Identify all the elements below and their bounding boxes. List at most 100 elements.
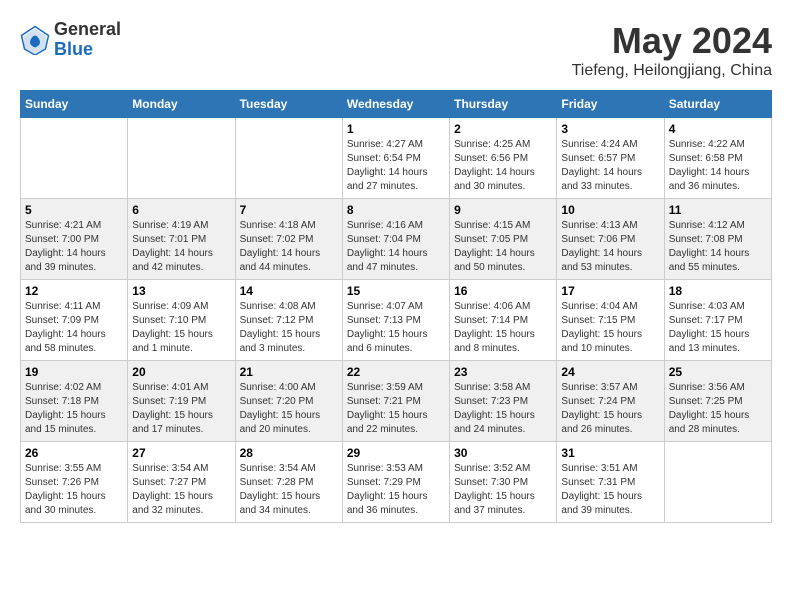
weekday-header: Monday xyxy=(128,91,235,118)
day-number: 13 xyxy=(132,284,230,298)
day-number: 23 xyxy=(454,365,552,379)
calendar-cell: 9Sunrise: 4:15 AM Sunset: 7:05 PM Daylig… xyxy=(450,199,557,280)
day-info: Sunrise: 4:18 AM Sunset: 7:02 PM Dayligh… xyxy=(240,219,338,275)
calendar-cell: 7 Sunrise: 4:18 AM Sunset: 7:02 PM Daylig… xyxy=(235,199,342,280)
calendar-cell: 18 Sunrise: 4:03 AM Sunset: 7:17 PM Dayli… xyxy=(664,280,771,361)
weekday-header: Sunday xyxy=(21,91,128,118)
day-info: Sunrise: 4:01 AM Sunset: 7:19 PM Dayligh… xyxy=(132,381,230,437)
day-info: Sunrise: 4:09 AM Sunset: 7:10 PM Dayligh… xyxy=(132,300,230,356)
day-number: 3 xyxy=(561,122,659,136)
sub-title: Tiefeng, Heilongjiang, China xyxy=(572,62,772,80)
day-number: 14 xyxy=(240,284,338,298)
calendar-cell: 14 Sunrise: 4:08 AM Sunset: 7:12 PM Dayli… xyxy=(235,280,342,361)
day-info: Sunrise: 3:54 AM Sunset: 7:27 PM Dayligh… xyxy=(132,462,230,518)
calendar-cell: 2 Sunrise: 4:25 AM Sunset: 6:56 PM Daylig… xyxy=(450,118,557,199)
weekday-header: Wednesday xyxy=(342,91,449,118)
day-info: Sunrise: 3:55 AM Sunset: 7:26 PM Dayligh… xyxy=(25,462,123,518)
calendar-week-row: 26 Sunrise: 3:55 AM Sunset: 7:26 PM Dayli… xyxy=(21,442,772,523)
day-info: Sunrise: 4:13 AM Sunset: 7:06 PM Dayligh… xyxy=(561,219,659,275)
day-number: 6 xyxy=(132,203,230,217)
day-info: Sunrise: 4:24 AM Sunset: 6:57 PM Dayligh… xyxy=(561,138,659,194)
day-number: 15 xyxy=(347,284,445,298)
day-number: 30 xyxy=(454,446,552,460)
calendar-week-row: 12Sunrise: 4:11 AM Sunset: 7:09 PM Dayli… xyxy=(21,280,772,361)
day-info: Sunrise: 4:00 AM Sunset: 7:20 PM Dayligh… xyxy=(240,381,338,437)
day-number: 1 xyxy=(347,122,445,136)
title-area: May 2024 Tiefeng, Heilongjiang, China xyxy=(572,20,772,80)
weekday-header: Saturday xyxy=(664,91,771,118)
calendar-cell: 27 Sunrise: 3:54 AM Sunset: 7:27 PM Dayli… xyxy=(128,442,235,523)
day-number: 19 xyxy=(25,365,123,379)
day-info: Sunrise: 4:08 AM Sunset: 7:12 PM Dayligh… xyxy=(240,300,338,356)
calendar-cell: 16 Sunrise: 4:06 AM Sunset: 7:14 PM Dayli… xyxy=(450,280,557,361)
weekday-header: Thursday xyxy=(450,91,557,118)
weekday-header-row: SundayMondayTuesdayWednesdayThursdayFrid… xyxy=(21,91,772,118)
day-number: 27 xyxy=(132,446,230,460)
calendar-cell: 31 Sunrise: 3:51 AM Sunset: 7:31 PM Dayli… xyxy=(557,442,664,523)
calendar-cell: 4 Sunrise: 4:22 AM Sunset: 6:58 PM Daylig… xyxy=(664,118,771,199)
day-number: 20 xyxy=(132,365,230,379)
day-number: 9 xyxy=(454,203,552,217)
calendar-cell: 23 Sunrise: 3:58 AM Sunset: 7:23 PM Dayli… xyxy=(450,361,557,442)
day-number: 22 xyxy=(347,365,445,379)
day-info: Sunrise: 4:07 AM Sunset: 7:13 PM Dayligh… xyxy=(347,300,445,356)
day-number: 29 xyxy=(347,446,445,460)
day-info: Sunrise: 4:22 AM Sunset: 6:58 PM Dayligh… xyxy=(669,138,767,194)
calendar-week-row: 5 Sunrise: 4:21 AM Sunset: 7:00 PM Daylig… xyxy=(21,199,772,280)
day-number: 2 xyxy=(454,122,552,136)
day-info: Sunrise: 3:59 AM Sunset: 7:21 PM Dayligh… xyxy=(347,381,445,437)
calendar-cell: 11Sunrise: 4:12 AM Sunset: 7:08 PM Dayli… xyxy=(664,199,771,280)
day-number: 17 xyxy=(561,284,659,298)
day-number: 18 xyxy=(669,284,767,298)
calendar-cell: 26 Sunrise: 3:55 AM Sunset: 7:26 PM Dayli… xyxy=(21,442,128,523)
calendar-cell: 20 Sunrise: 4:01 AM Sunset: 7:19 PM Dayli… xyxy=(128,361,235,442)
day-number: 26 xyxy=(25,446,123,460)
day-info: Sunrise: 3:54 AM Sunset: 7:28 PM Dayligh… xyxy=(240,462,338,518)
day-number: 4 xyxy=(669,122,767,136)
calendar-cell: 25 Sunrise: 3:56 AM Sunset: 7:25 PM Dayli… xyxy=(664,361,771,442)
day-number: 21 xyxy=(240,365,338,379)
logo: General Blue xyxy=(20,20,121,60)
calendar-cell: 5 Sunrise: 4:21 AM Sunset: 7:00 PM Daylig… xyxy=(21,199,128,280)
day-number: 31 xyxy=(561,446,659,460)
calendar-cell: 30 Sunrise: 3:52 AM Sunset: 7:30 PM Dayli… xyxy=(450,442,557,523)
day-number: 25 xyxy=(669,365,767,379)
day-number: 10 xyxy=(561,203,659,217)
calendar-cell: 24 Sunrise: 3:57 AM Sunset: 7:24 PM Dayli… xyxy=(557,361,664,442)
day-info: Sunrise: 4:06 AM Sunset: 7:14 PM Dayligh… xyxy=(454,300,552,356)
calendar-cell: 19Sunrise: 4:02 AM Sunset: 7:18 PM Dayli… xyxy=(21,361,128,442)
day-number: 24 xyxy=(561,365,659,379)
day-info: Sunrise: 3:57 AM Sunset: 7:24 PM Dayligh… xyxy=(561,381,659,437)
calendar-cell xyxy=(21,118,128,199)
calendar-cell: 21 Sunrise: 4:00 AM Sunset: 7:20 PM Dayli… xyxy=(235,361,342,442)
day-number: 5 xyxy=(25,203,123,217)
calendar-cell: 13 Sunrise: 4:09 AM Sunset: 7:10 PM Dayli… xyxy=(128,280,235,361)
day-info: Sunrise: 4:12 AM Sunset: 7:08 PM Dayligh… xyxy=(669,219,767,275)
day-info: Sunrise: 4:27 AM Sunset: 6:54 PM Dayligh… xyxy=(347,138,445,194)
calendar-cell: 17Sunrise: 4:04 AM Sunset: 7:15 PM Dayli… xyxy=(557,280,664,361)
calendar-cell: 10 Sunrise: 4:13 AM Sunset: 7:06 PM Dayli… xyxy=(557,199,664,280)
day-number: 16 xyxy=(454,284,552,298)
calendar-cell: 1 Sunrise: 4:27 AM Sunset: 6:54 PM Daylig… xyxy=(342,118,449,199)
day-info: Sunrise: 3:53 AM Sunset: 7:29 PM Dayligh… xyxy=(347,462,445,518)
calendar-cell xyxy=(128,118,235,199)
day-info: Sunrise: 3:51 AM Sunset: 7:31 PM Dayligh… xyxy=(561,462,659,518)
day-number: 28 xyxy=(240,446,338,460)
day-number: 7 xyxy=(240,203,338,217)
weekday-header: Tuesday xyxy=(235,91,342,118)
day-number: 8 xyxy=(347,203,445,217)
day-info: Sunrise: 3:52 AM Sunset: 7:30 PM Dayligh… xyxy=(454,462,552,518)
day-info: Sunrise: 3:58 AM Sunset: 7:23 PM Dayligh… xyxy=(454,381,552,437)
day-info: Sunrise: 4:19 AM Sunset: 7:01 PM Dayligh… xyxy=(132,219,230,275)
calendar-cell: 28 Sunrise: 3:54 AM Sunset: 7:28 PM Dayli… xyxy=(235,442,342,523)
calendar-cell xyxy=(235,118,342,199)
calendar-week-row: 19Sunrise: 4:02 AM Sunset: 7:18 PM Dayli… xyxy=(21,361,772,442)
calendar-cell: 3 Sunrise: 4:24 AM Sunset: 6:57 PM Daylig… xyxy=(557,118,664,199)
day-info: Sunrise: 4:03 AM Sunset: 7:17 PM Dayligh… xyxy=(669,300,767,356)
day-info: Sunrise: 4:11 AM Sunset: 7:09 PM Dayligh… xyxy=(25,300,123,356)
calendar-cell xyxy=(664,442,771,523)
main-title: May 2024 xyxy=(572,20,772,62)
day-info: Sunrise: 4:21 AM Sunset: 7:00 PM Dayligh… xyxy=(25,219,123,275)
day-info: Sunrise: 4:25 AM Sunset: 6:56 PM Dayligh… xyxy=(454,138,552,194)
day-info: Sunrise: 3:56 AM Sunset: 7:25 PM Dayligh… xyxy=(669,381,767,437)
